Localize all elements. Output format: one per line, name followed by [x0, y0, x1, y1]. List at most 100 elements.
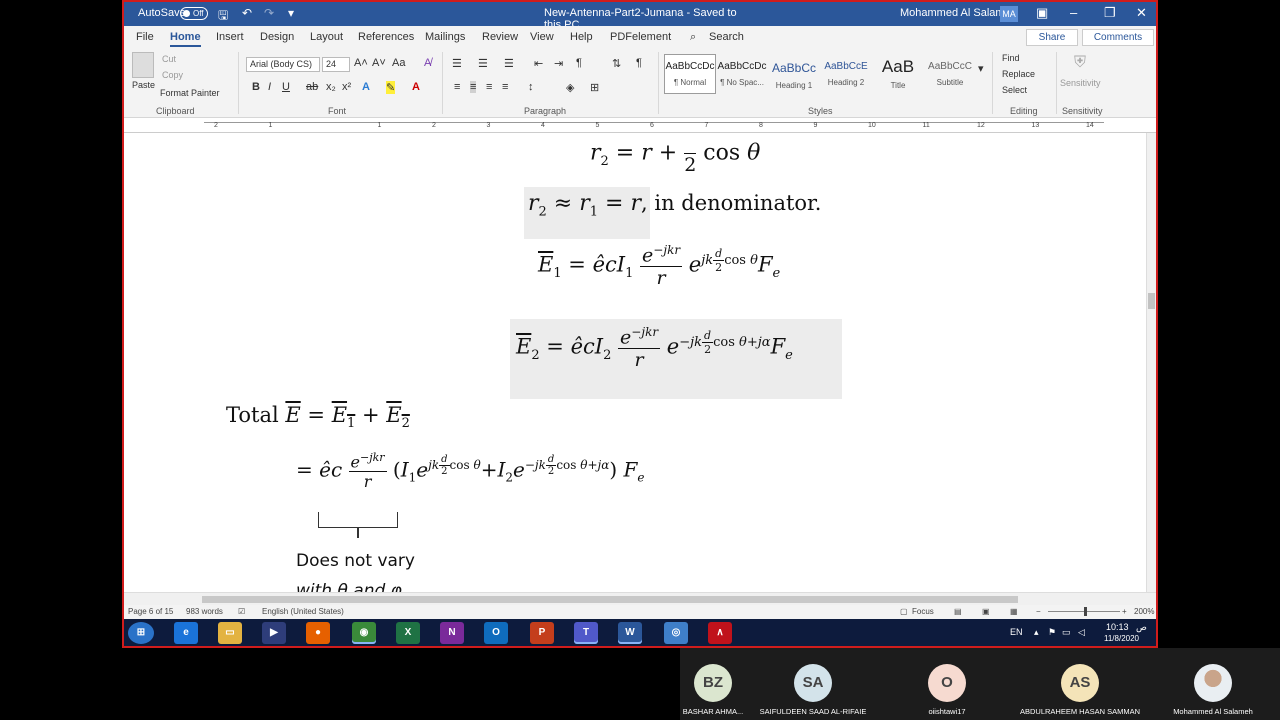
show-marks-icon[interactable]: ¶: [636, 57, 642, 69]
word-icon[interactable]: W: [618, 622, 642, 644]
style-heading-1[interactable]: AaBbCc Heading 1: [768, 54, 820, 94]
horizontal-ruler[interactable]: 2 1 1 2 3 4 5 6 7 8 9 10 11 12 13 14: [124, 119, 1156, 133]
grow-font-icon[interactable]: A˄: [354, 57, 368, 69]
sensitivity-button[interactable]: Sensitivity: [1060, 78, 1101, 88]
replace-button[interactable]: Replace: [1002, 69, 1035, 79]
font-color-icon[interactable]: A: [412, 81, 420, 93]
teams-icon[interactable]: T: [574, 622, 598, 644]
align-right-icon[interactable]: ≡: [486, 81, 492, 93]
bold-icon[interactable]: B: [252, 81, 260, 93]
clear-format-icon[interactable]: A̸: [424, 57, 431, 69]
horizontal-scrollbar[interactable]: [124, 592, 1156, 605]
justify-icon[interactable]: ≡: [502, 81, 508, 93]
style-title[interactable]: AaB Title: [872, 54, 924, 94]
style-heading-2[interactable]: AaBbCcE Heading 2: [820, 54, 872, 94]
numbering-icon[interactable]: ☰: [478, 57, 488, 70]
participant-tile[interactable]: BZ BASHAR AHMA...: [680, 648, 746, 720]
scroll-thumb[interactable]: [1148, 293, 1155, 309]
increase-indent-icon[interactable]: ⇥: [554, 57, 563, 70]
search-box[interactable]: Search: [709, 31, 744, 43]
superscript-icon[interactable]: x²: [342, 81, 351, 93]
action-center-icon[interactable]: ⚑: [1048, 627, 1056, 638]
tray-expand-icon[interactable]: ▴: [1034, 627, 1039, 638]
tab-references[interactable]: References: [358, 31, 414, 43]
vertical-scrollbar[interactable]: [1146, 133, 1156, 592]
change-case-icon[interactable]: Aa: [392, 57, 405, 69]
clock-date[interactable]: 11/8/2020: [1104, 634, 1139, 643]
internet-explorer-icon[interactable]: e: [174, 622, 198, 644]
file-explorer-icon[interactable]: ▭: [218, 622, 242, 644]
align-left-icon[interactable]: ≡: [454, 81, 460, 93]
minimize-icon[interactable]: –: [1070, 5, 1077, 20]
text-effects-icon[interactable]: A: [362, 81, 370, 93]
outlook-icon[interactable]: O: [484, 622, 508, 644]
word-count[interactable]: 983 words: [186, 607, 223, 616]
excel-icon[interactable]: X: [396, 622, 420, 644]
undo-icon[interactable]: ↶: [242, 6, 252, 20]
tab-review[interactable]: Review: [482, 31, 518, 43]
participant-tile[interactable]: Ooiishtawi17: [880, 648, 1014, 720]
participant-tile[interactable]: SA SAIFULDEEN SAAD AL-RIFAIE: [746, 648, 880, 720]
paste-icon[interactable]: [132, 52, 154, 78]
tab-mailings[interactable]: Mailings: [425, 31, 465, 43]
zoom-level[interactable]: 200%: [1134, 607, 1154, 616]
shrink-font-icon[interactable]: A˅: [372, 57, 386, 69]
scroll-thumb[interactable]: [202, 596, 1018, 603]
save-icon[interactable]: 🖫: [218, 6, 228, 27]
line-spacing-icon[interactable]: ↕: [528, 81, 534, 93]
input-language[interactable]: EN: [1010, 627, 1023, 637]
tab-view[interactable]: View: [530, 31, 554, 43]
clock-am-pm[interactable]: ص: [1136, 622, 1147, 633]
ribbon-display-icon[interactable]: ▣: [1036, 5, 1048, 21]
subscript-icon[interactable]: x₂: [326, 81, 336, 93]
select-button[interactable]: Select: [1002, 85, 1027, 95]
restore-icon[interactable]: ❐: [1104, 5, 1116, 21]
shading-icon[interactable]: ◈: [566, 81, 574, 94]
tab-home[interactable]: Home: [170, 31, 201, 47]
print-layout-icon[interactable]: ▣: [982, 607, 990, 616]
volume-icon[interactable]: ◁: [1078, 627, 1085, 638]
autosave-toggle[interactable]: Off: [180, 7, 208, 20]
strikethrough-icon[interactable]: ab: [306, 81, 318, 93]
participant-tile[interactable]: Mohammed Al Salameh: [1146, 648, 1280, 720]
sensitivity-icon[interactable]: ⛨: [1074, 54, 1086, 72]
paste-button[interactable]: Paste: [132, 80, 155, 90]
tab-insert[interactable]: Insert: [216, 31, 244, 43]
styles-more-icon[interactable]: ▾: [978, 62, 984, 75]
zoom-slider-thumb[interactable]: [1084, 607, 1087, 616]
clock-time[interactable]: 10:13: [1106, 622, 1129, 632]
chrome-icon[interactable]: ◉: [352, 622, 376, 644]
focus-icon[interactable]: ▢: [900, 607, 908, 616]
zoom-out-icon[interactable]: −: [1036, 607, 1041, 616]
multilevel-list-icon[interactable]: ☰: [504, 57, 514, 70]
document-page[interactable]: r2 = r + 2 cos θ r2 ≈ r1 = r, in denomin…: [124, 133, 1144, 592]
find-button[interactable]: Find: [1002, 53, 1020, 63]
tab-file[interactable]: File: [136, 31, 154, 43]
zoom-in-icon[interactable]: +: [1122, 607, 1127, 616]
style-normal[interactable]: AaBbCcDc ¶ Normal: [664, 54, 716, 94]
chrome-profile-icon[interactable]: ◎: [664, 622, 688, 644]
cut-button[interactable]: Cut: [162, 54, 176, 64]
user-avatar[interactable]: MA: [1000, 6, 1018, 22]
firefox-icon[interactable]: ●: [306, 622, 330, 644]
language-indicator[interactable]: English (United States): [262, 607, 344, 616]
tab-help[interactable]: Help: [570, 31, 593, 43]
close-icon[interactable]: ✕: [1136, 5, 1147, 21]
sort-icon[interactable]: ⇅: [612, 57, 621, 70]
onenote-icon[interactable]: N: [440, 622, 464, 644]
comments-button[interactable]: Comments: [1082, 29, 1154, 46]
underline-icon[interactable]: U: [282, 81, 290, 93]
start-icon[interactable]: ⊞: [128, 622, 154, 644]
italic-icon[interactable]: I: [268, 81, 271, 93]
media-player-icon[interactable]: ▶: [262, 622, 286, 644]
powerpoint-icon[interactable]: P: [530, 622, 554, 644]
align-center-icon[interactable]: ≡: [470, 81, 477, 93]
bullets-icon[interactable]: ☰: [452, 57, 462, 70]
format-painter-button[interactable]: Format Painter: [160, 88, 220, 98]
tab-design[interactable]: Design: [260, 31, 294, 43]
ltr-icon[interactable]: ¶: [576, 57, 582, 69]
network-icon[interactable]: ▭: [1062, 627, 1071, 638]
tab-layout[interactable]: Layout: [310, 31, 343, 43]
focus-button[interactable]: Focus: [912, 607, 934, 616]
tab-pdfelement[interactable]: PDFelement: [610, 31, 671, 43]
